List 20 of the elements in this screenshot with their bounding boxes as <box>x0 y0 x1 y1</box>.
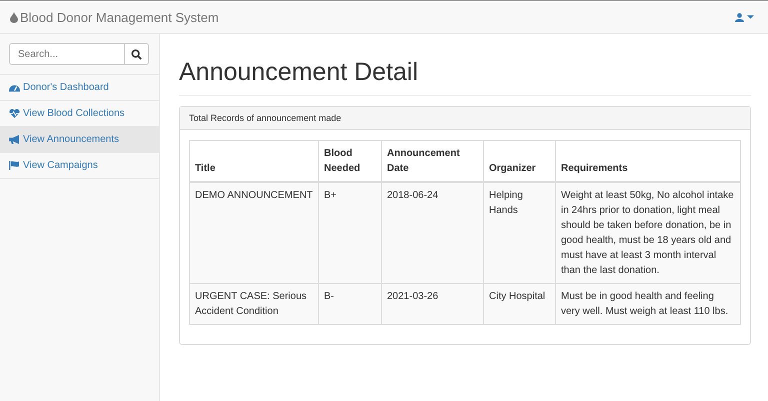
megaphone-icon <box>9 135 20 144</box>
heart-icon <box>9 109 20 118</box>
search-button[interactable] <box>125 43 149 65</box>
speedometer-icon <box>9 83 20 92</box>
caret-icon <box>747 15 754 19</box>
drop-icon <box>10 12 18 22</box>
search-field[interactable]: Search... <box>9 43 125 65</box>
user-icon <box>735 12 744 22</box>
panel-heading: Total Records of announcement made <box>189 113 342 123</box>
table-cell: URGENT CASE: Serious Accident Condition <box>190 284 318 324</box>
search-icon <box>131 48 142 60</box>
sidebar-item[interactable]: View Announcements <box>0 127 159 153</box>
table-cell: Must be in good health and feeling very well. Must weigh at least 110 lbs. <box>556 284 740 324</box>
brand-title[interactable]: Blood Donor Management System <box>20 10 219 24</box>
user-menu-button[interactable] <box>735 12 754 22</box>
table-cell: B- <box>318 284 382 324</box>
table-cell: 2021-03-26 <box>382 284 484 324</box>
page-title: Announcement Detail <box>179 58 751 96</box>
table-cell: City Hospital <box>484 284 556 324</box>
flag-icon <box>9 161 20 170</box>
